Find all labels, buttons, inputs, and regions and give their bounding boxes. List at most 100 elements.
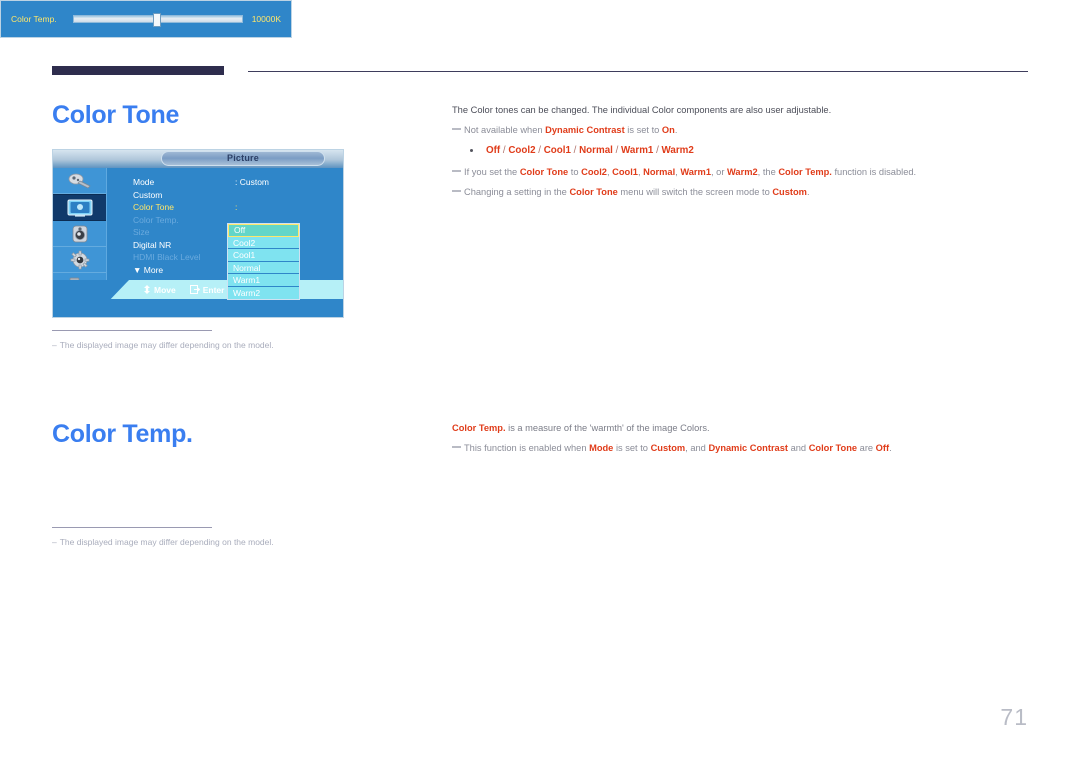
help-move: Move xyxy=(143,285,176,295)
note2-b1: Color Tone xyxy=(519,167,569,177)
header-rule-thick xyxy=(52,66,224,75)
bullet-opt-normal: Normal xyxy=(579,145,613,156)
dropdown-option-normal[interactable]: Normal xyxy=(228,261,299,274)
page-number: 71 xyxy=(1000,704,1028,730)
ct-intro-post: is a measure of the 'warmth' of the imag… xyxy=(505,423,710,433)
osd-menu-label: Digital NR xyxy=(133,239,172,250)
osd-menu-label: Size xyxy=(133,227,150,237)
bullet-opt-off: Off xyxy=(486,145,501,156)
rail-item-picture[interactable] xyxy=(53,194,106,221)
footnote-dash: – xyxy=(52,340,57,350)
note2-b2: Cool2 xyxy=(581,167,607,177)
color-tone-note-2: If you set the Color Tone to Cool2, Cool… xyxy=(452,162,1028,182)
ctnote1-b2: Custom xyxy=(650,443,686,453)
osd-menu-label: Color Temp. xyxy=(133,214,179,225)
bullet-opt-warm1: Warm1 xyxy=(621,145,654,156)
ctnote1-mid1: is set to xyxy=(613,443,651,453)
bullet-sep: / xyxy=(612,145,622,156)
osd-menu-value: : Custom xyxy=(235,177,270,187)
osd-menu-row-custom[interactable]: Custom xyxy=(133,189,343,202)
note2-s4: , or xyxy=(710,167,727,177)
ctnote1-mid3: and xyxy=(788,443,809,453)
color-temp-slider-value: 10000K xyxy=(251,14,281,24)
color-temp-note-1: This function is enabled when Mode is se… xyxy=(452,438,1028,458)
osd-menu-row-color-tone[interactable]: Color Tone : xyxy=(133,201,343,214)
rail-item-input-source[interactable] xyxy=(53,168,106,194)
setup-gear-icon xyxy=(69,250,91,270)
rail-item-sound[interactable] xyxy=(53,221,106,247)
dropdown-option-cool1[interactable]: Cool1 xyxy=(228,249,299,262)
note2-mid1: to xyxy=(568,167,582,177)
bullet-opt-warm2: Warm2 xyxy=(661,145,694,156)
osd-title-pill: Picture xyxy=(161,151,325,166)
ctnote1-pre: This function is enabled when xyxy=(464,443,590,453)
section-title-color-temp: Color Temp. xyxy=(52,420,193,448)
bullet-opt-cool2: Cool2 xyxy=(508,145,536,156)
note1-post: . xyxy=(674,125,678,135)
dropdown-option-warm1[interactable]: Warm1 xyxy=(228,274,299,287)
note3-b2: Custom xyxy=(772,187,807,197)
ctnote1-b1: Mode xyxy=(589,443,614,453)
ctnote1-post: . xyxy=(889,443,892,453)
sound-icon xyxy=(69,224,91,244)
note1-b2: On xyxy=(661,125,675,135)
dropdown-option-off[interactable]: Off xyxy=(228,224,299,237)
color-temp-slider-thumb[interactable] xyxy=(152,13,161,27)
osd-menu-label: Custom xyxy=(133,189,163,200)
ctnote1-b3: Dynamic Contrast xyxy=(708,443,788,453)
footnote-text-wrap: – The displayed image may differ dependin… xyxy=(52,537,352,547)
footnote-rule xyxy=(52,527,212,528)
note1-b1: Dynamic Contrast xyxy=(545,125,625,135)
color-tone-options-bullet: Off / Cool2 / Cool1 / Normal / Warm1 / W… xyxy=(452,140,1028,162)
ctnote1-b4: Color Tone xyxy=(808,443,858,453)
body-color-tone: The Color tones can be changed. The indi… xyxy=(452,100,1028,202)
bullet-sep: / xyxy=(653,145,662,156)
footnote-color-tone: – The displayed image may differ dependin… xyxy=(52,330,352,350)
note2-post: function is disabled. xyxy=(831,167,917,177)
picture-icon xyxy=(66,198,94,218)
note1-mid: is set to xyxy=(624,125,662,135)
color-temp-slider-label: Color Temp. xyxy=(11,14,57,24)
footnote-dash: – xyxy=(52,537,57,547)
dropdown-option-cool2[interactable]: Cool2 xyxy=(228,236,299,249)
note2-b6: Warm2 xyxy=(727,167,758,177)
footnote-text: The displayed image may differ depending… xyxy=(59,537,274,547)
footnote-text: The displayed image may differ depending… xyxy=(59,340,274,350)
ctnote1-mid2: , and xyxy=(685,443,709,453)
osd-menu-label: Mode xyxy=(133,177,155,187)
osd-body: Mode : Custom Custom Color Tone : Color … xyxy=(53,168,343,300)
color-tone-note-3: Changing a setting in the Color Tone men… xyxy=(452,182,1028,202)
ct-intro-b1: Color Temp. xyxy=(452,423,506,433)
note3-pre: Changing a setting in the xyxy=(464,187,570,197)
note2-b7: Color Temp. xyxy=(778,167,832,177)
note2-s5: , the xyxy=(757,167,779,177)
color-tone-note-1: Not available when Dynamic Contrast is s… xyxy=(452,120,1028,140)
ctnote1-b5: Off xyxy=(875,443,890,453)
note2-b3: Cool1 xyxy=(612,167,638,177)
osd-titlebar: Picture xyxy=(53,150,343,168)
color-tone-intro: The Color tones can be changed. The indi… xyxy=(452,105,832,115)
input-source-icon xyxy=(67,172,93,190)
header-rule-thin xyxy=(248,71,1028,72)
osd-menu-label: ▼ More xyxy=(133,264,164,275)
bullet-opt-cool1: Cool1 xyxy=(543,145,571,156)
note2-pre: If you set the xyxy=(464,167,520,177)
osd-help-bar-notch xyxy=(53,280,129,299)
help-enter-label: Enter xyxy=(202,284,225,295)
osd-menu-label: Color Tone xyxy=(133,202,174,212)
osd-screenshot-color-temp: Color Temp. 10000K xyxy=(0,0,292,38)
color-temp-intro: Color Temp. is a measure of the 'warmth'… xyxy=(452,418,1028,438)
dropdown-option-warm2[interactable]: Warm2 xyxy=(228,286,299,299)
osd-menu-row-mode[interactable]: Mode : Custom xyxy=(133,176,343,189)
color-temp-slider-track[interactable] xyxy=(73,13,243,27)
note2-b5: Warm1 xyxy=(680,167,711,177)
note1-pre: Not available when xyxy=(464,125,546,135)
osd-menu-label: HDMI Black Level xyxy=(133,252,201,262)
osd-color-tone-dropdown[interactable]: Off Cool2 Cool1 Normal Warm1 Warm2 xyxy=(227,223,300,300)
rail-item-setup[interactable] xyxy=(53,247,106,273)
bullet-sep: / xyxy=(535,145,544,156)
note3-b1: Color Tone xyxy=(569,187,618,197)
bullet-sep: / xyxy=(570,145,580,156)
osd-title-text: Picture xyxy=(227,153,259,163)
footnote-color-temp: – The displayed image may differ dependin… xyxy=(52,527,352,547)
